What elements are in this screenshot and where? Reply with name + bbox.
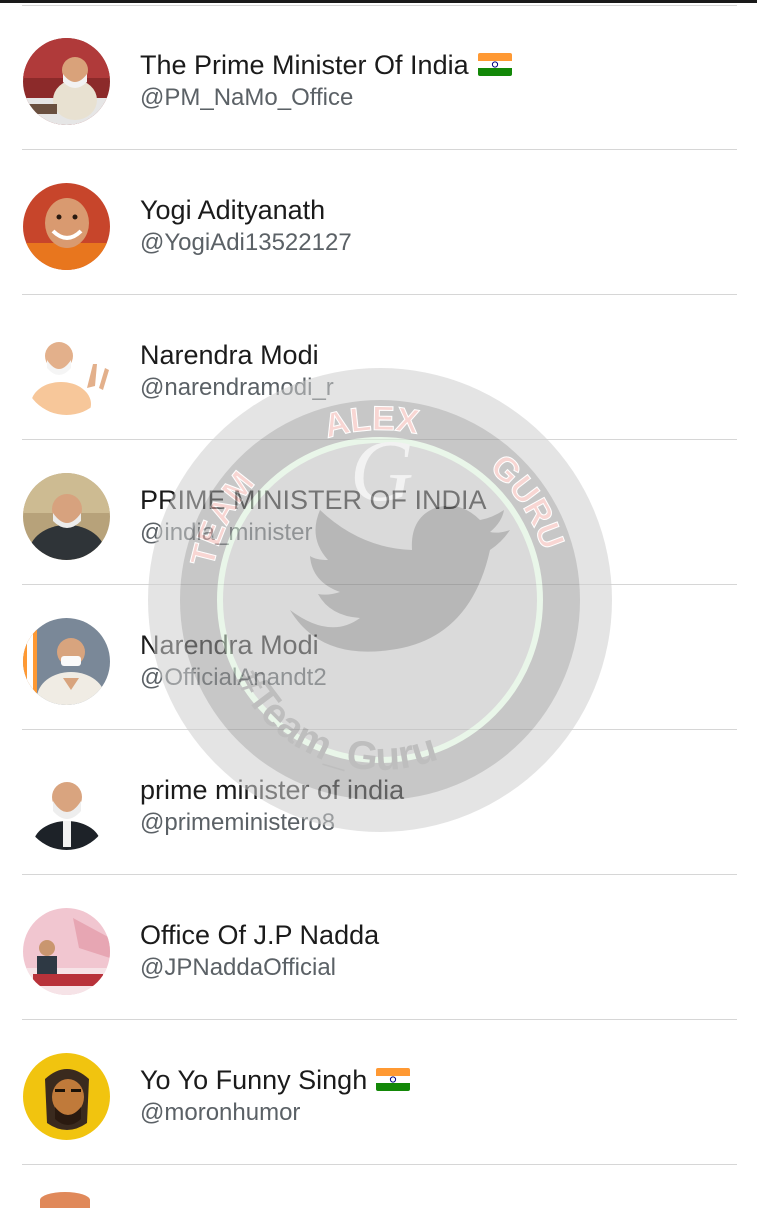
- avatar[interactable]: [23, 1053, 110, 1140]
- account-list: The Prime Minister Of India @PM_NaMo_Off…: [0, 5, 757, 1165]
- account-name[interactable]: prime minister of india: [140, 774, 404, 806]
- next-row-avatar-partial[interactable]: [40, 1192, 90, 1208]
- account-name[interactable]: PRIME MINISTER OF INDIA: [140, 484, 487, 516]
- account-handle[interactable]: @YogiAdi13522127: [140, 228, 352, 258]
- account-name[interactable]: The Prime Minister Of India: [140, 49, 512, 81]
- account-row[interactable]: Yogi Adityanath @YogiAdi13522127: [22, 150, 737, 295]
- avatar[interactable]: [23, 38, 110, 125]
- account-name[interactable]: Office Of J.P Nadda: [140, 919, 379, 951]
- account-name[interactable]: Narendra Modi: [140, 629, 319, 661]
- account-handle[interactable]: @JPNaddaOfficial: [140, 953, 336, 983]
- account-name[interactable]: Narendra Modi: [140, 339, 319, 371]
- india-flag-icon: [376, 1068, 411, 1091]
- account-row[interactable]: Narendra Modi @OfficialAnandt2: [22, 585, 737, 730]
- avatar[interactable]: [23, 183, 110, 270]
- status-bar-edge: [0, 0, 757, 3]
- account-handle[interactable]: @moronhumor: [140, 1098, 300, 1128]
- avatar[interactable]: [23, 473, 110, 560]
- account-handle[interactable]: @PM_NaMo_Office: [140, 83, 353, 113]
- avatar[interactable]: [23, 328, 110, 415]
- avatar[interactable]: [23, 618, 110, 705]
- avatar[interactable]: [23, 763, 110, 850]
- account-row[interactable]: Yo Yo Funny Singh @moronhumor: [22, 1020, 737, 1165]
- account-handle[interactable]: @OfficialAnandt2: [140, 663, 327, 693]
- avatar[interactable]: [23, 908, 110, 995]
- account-row[interactable]: Office Of J.P Nadda @JPNaddaOfficial: [22, 875, 737, 1020]
- account-handle[interactable]: @narendramodi_r: [140, 373, 334, 403]
- account-handle[interactable]: @india_minister: [140, 518, 312, 548]
- india-flag-icon: [477, 53, 512, 76]
- account-row[interactable]: PRIME MINISTER OF INDIA @india_minister: [22, 440, 737, 585]
- account-name[interactable]: Yogi Adityanath: [140, 194, 325, 226]
- account-row[interactable]: Narendra Modi @narendramodi_r: [22, 295, 737, 440]
- account-name[interactable]: Yo Yo Funny Singh: [140, 1064, 411, 1096]
- account-handle[interactable]: @primeministero8: [140, 808, 335, 838]
- account-row[interactable]: The Prime Minister Of India @PM_NaMo_Off…: [22, 5, 737, 150]
- account-row[interactable]: prime minister of india @primeministero8: [22, 730, 737, 875]
